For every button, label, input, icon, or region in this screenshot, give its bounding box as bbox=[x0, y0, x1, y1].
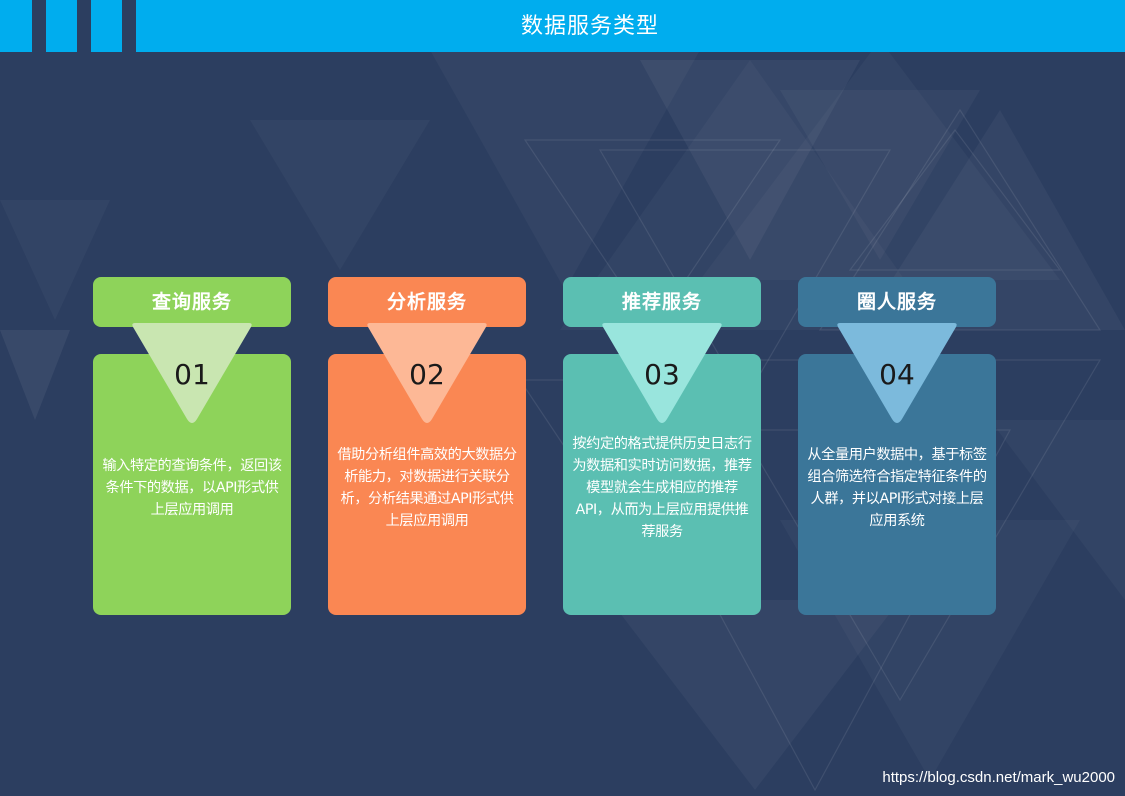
card-description: 输入特定的查询条件，返回该条件下的数据，以API形式供上层应用调用 bbox=[102, 458, 282, 518]
card-title: 推荐服务 bbox=[563, 277, 761, 327]
slide: 数据服务类型 查询服务 01 输入特定的查询条件，返回该条件下的数据，以API形… bbox=[0, 0, 1125, 796]
service-card-analysis: 分析服务 02 借助分析组件高效的大数据分析能力，对数据进行关联分析，分析结果通… bbox=[328, 277, 526, 615]
page-title: 数据服务类型 bbox=[520, 14, 659, 39]
watermark: https://blog.csdn.net/mark_wu2000 bbox=[882, 769, 1115, 786]
service-card-audience: 圈人服务 04 从全量用户数据中，基于标签组合筛选符合指定特征条件的人群，并以A… bbox=[798, 277, 996, 615]
card-number: 04 bbox=[879, 358, 915, 391]
card-description: 借助分析组件高效的大数据分析能力，对数据进行关联分析，分析结果通过API形式供上… bbox=[337, 447, 517, 529]
service-card-query: 查询服务 01 输入特定的查询条件，返回该条件下的数据，以API形式供上层应用调… bbox=[93, 277, 291, 615]
card-title: 分析服务 bbox=[328, 277, 526, 327]
card-title: 圈人服务 bbox=[798, 277, 996, 327]
card-title: 查询服务 bbox=[93, 277, 291, 327]
card-number: 02 bbox=[409, 358, 445, 391]
card-description: 从全量用户数据中，基于标签组合筛选符合指定特征条件的人群，并以API形式对接上层… bbox=[807, 447, 987, 529]
service-card-recommendation: 推荐服务 03 按约定的格式提供历史日志行为数据和实时访问数据，推荐模型就会生成… bbox=[563, 277, 761, 615]
card-number: 03 bbox=[644, 358, 680, 391]
top-bar: 数据服务类型 bbox=[0, 0, 1125, 52]
card-description: 按约定的格式提供历史日志行为数据和实时访问数据，推荐模型就会生成相应的推荐API… bbox=[572, 436, 752, 540]
card-number: 01 bbox=[174, 358, 210, 391]
